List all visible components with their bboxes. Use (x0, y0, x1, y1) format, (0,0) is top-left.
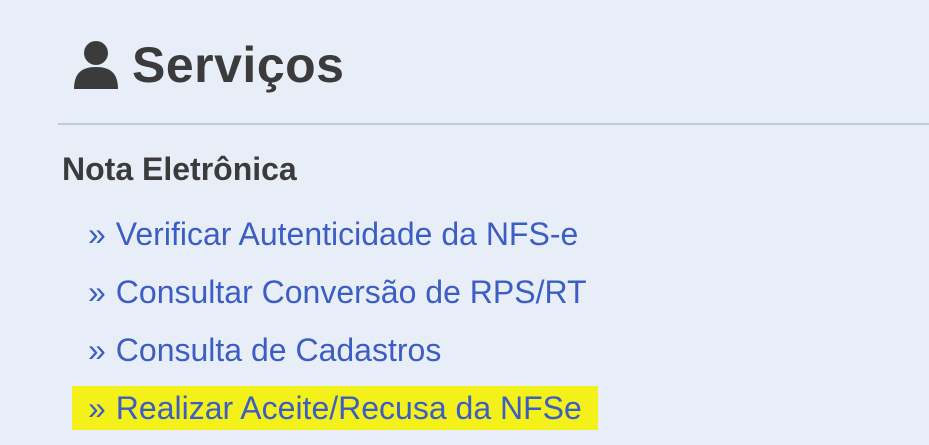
menu-link-consultar-conversao[interactable]: » Consultar Conversão de RPS/RT (72, 270, 603, 314)
menu-link-prefix: » (88, 332, 106, 368)
menu-link-label: Verificar Autenticidade da NFS-e (115, 216, 579, 252)
menu-link-prefix: » (88, 390, 106, 426)
page-title: Serviços (132, 37, 345, 93)
menu-link-label: Realizar Aceite/Recusa da NFSe (115, 390, 582, 426)
menu-link-realizar-aceite-recusa[interactable]: » Realizar Aceite/Recusa da NFSe (72, 386, 598, 430)
menu-link-consulta-cadastros[interactable]: » Consulta de Cadastros (72, 328, 457, 372)
menu-link-prefix: » (88, 274, 106, 310)
services-menu: » Verificar Autenticidade da NFS-e » Consu… (72, 205, 603, 437)
services-header: Serviços (72, 30, 344, 100)
user-icon (74, 41, 118, 89)
menu-link-label: Consulta de Cadastros (115, 332, 442, 368)
header-divider (58, 123, 929, 125)
list-item: » Realizar Aceite/Recusa da NFSe (72, 379, 603, 437)
menu-link-prefix: » (88, 216, 106, 252)
list-item: » Consultar Conversão de RPS/RT (72, 263, 603, 321)
list-item: » Consulta de Cadastros (72, 321, 603, 379)
section-title: Nota Eletrônica (62, 151, 297, 187)
menu-link-label: Consultar Conversão de RPS/RT (115, 274, 587, 310)
list-item: » Verificar Autenticidade da NFS-e (72, 205, 603, 263)
menu-link-verificar-autenticidade[interactable]: » Verificar Autenticidade da NFS-e (72, 212, 594, 256)
